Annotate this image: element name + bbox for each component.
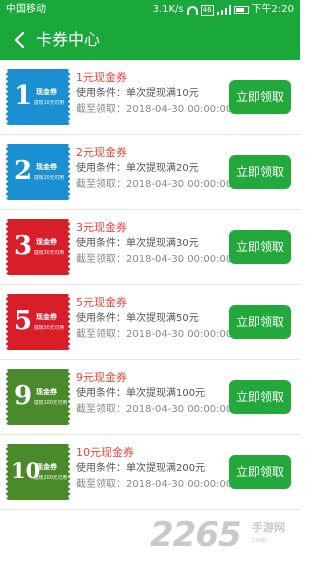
page-title: 卡券中心 bbox=[36, 30, 101, 49]
coupon-row: 2 现金券 提现20元可用 2元现金券 使用条件：单次提现满20元 截至领取：2… bbox=[0, 135, 300, 210]
watermark-name: 手游网 bbox=[252, 521, 285, 534]
network-speed: 3.1K/s bbox=[152, 4, 184, 15]
watermark-suffix: com bbox=[252, 536, 267, 544]
ticket-amount: 9 bbox=[14, 381, 33, 411]
coupon-row: 9 现金券 提现100元可用 9元现金券 使用条件：单次提现满100元 截至领取… bbox=[0, 360, 300, 435]
coupon-ticket-image: 2 现金券 提现20元可用 bbox=[6, 144, 70, 200]
coupon-expiry: 截至领取：2018-04-30 00:00:00 bbox=[76, 104, 233, 115]
coupon-info: 10元现金券 使用条件：单次提现满200元 截至领取：2018-04-30 00… bbox=[76, 445, 233, 493]
ticket-desc: 提现10元可用 bbox=[34, 101, 65, 106]
claim-button[interactable]: 立即领取 bbox=[229, 230, 291, 264]
coupon-info: 9元现金券 使用条件：单次提现满100元 截至领取：2018-04-30 00:… bbox=[76, 370, 233, 418]
coupon-info: 2元现金券 使用条件：单次提现满20元 截至领取：2018-04-30 00:0… bbox=[76, 145, 233, 193]
ticket-desc: 提现50元可用 bbox=[34, 326, 65, 331]
signal-icon bbox=[216, 5, 231, 15]
coupon-condition: 使用条件：单次提现满20元 bbox=[76, 163, 199, 174]
ticket-label: 现金券 bbox=[36, 463, 57, 471]
ticket-desc: 提现200元可用 bbox=[34, 476, 68, 481]
battery-icon bbox=[233, 6, 249, 14]
coupon-row: 3 现金券 提现30元可用 3元现金券 使用条件：单次提现满30元 截至领取：2… bbox=[0, 210, 300, 285]
coupon-name: 1元现金券 bbox=[76, 71, 127, 84]
status-bar: 中国移动 3.1K/s 46 下午2:20 bbox=[0, 0, 300, 20]
coupon-expiry: 截至领取：2018-04-30 00:00:00 bbox=[76, 479, 233, 490]
coupon-condition: 使用条件：单次提现满100元 bbox=[76, 388, 206, 399]
coupon-name: 3元现金券 bbox=[76, 221, 127, 234]
coupon-condition: 使用条件：单次提现满200元 bbox=[76, 463, 206, 474]
coupon-row: 5 现金券 提现50元可用 5元现金券 使用条件：单次提现满50元 截至领取：2… bbox=[0, 285, 300, 360]
ticket-label: 现金券 bbox=[36, 238, 57, 246]
coupon-name: 2元现金券 bbox=[76, 146, 127, 159]
claim-button[interactable]: 立即领取 bbox=[229, 80, 291, 114]
coupon-ticket-image: 9 现金券 提现100元可用 bbox=[6, 369, 70, 425]
coupon-condition: 使用条件：单次提现满10元 bbox=[76, 88, 199, 99]
ticket-desc: 提现100元可用 bbox=[34, 401, 68, 406]
ticket-label: 现金券 bbox=[36, 88, 57, 96]
coupon-condition: 使用条件：单次提现满50元 bbox=[76, 313, 199, 324]
watermark-logo-number: 2265 bbox=[150, 515, 242, 555]
ticket-label: 现金券 bbox=[36, 163, 57, 171]
coupon-list: 1 现金券 提现10元可用 1元现金券 使用条件：单次提现满10元 截至领取：2… bbox=[0, 60, 300, 510]
coupon-ticket-image: 5 现金券 提现50元可用 bbox=[6, 294, 70, 350]
coupon-condition: 使用条件：单次提现满30元 bbox=[76, 238, 199, 249]
ticket-label: 现金券 bbox=[36, 313, 57, 321]
coupon-ticket-image: 1 现金券 提现10元可用 bbox=[6, 69, 70, 125]
coupon-row: 1 现金券 提现10元可用 1元现金券 使用条件：单次提现满10元 截至领取：2… bbox=[0, 60, 300, 135]
ticket-amount: 5 bbox=[14, 306, 33, 336]
clock: 下午2:20 bbox=[251, 4, 294, 15]
coupon-info: 1元现金券 使用条件：单次提现满10元 截至领取：2018-04-30 00:0… bbox=[76, 70, 233, 118]
site-watermark: 2265 手游网 com bbox=[150, 513, 296, 557]
coupon-info: 5元现金券 使用条件：单次提现满50元 截至领取：2018-04-30 00:0… bbox=[76, 295, 233, 343]
status-right: 3.1K/s 46 下午2:20 bbox=[153, 0, 294, 20]
claim-button[interactable]: 立即领取 bbox=[229, 305, 291, 339]
coupon-expiry: 截至领取：2018-04-30 00:00:00 bbox=[76, 329, 233, 340]
claim-button[interactable]: 立即领取 bbox=[229, 380, 291, 414]
coupon-ticket-image: 3 现金券 提现30元可用 bbox=[6, 219, 70, 275]
claim-button[interactable]: 立即领取 bbox=[229, 455, 291, 489]
back-arrow-icon[interactable] bbox=[10, 30, 30, 50]
coupon-expiry: 截至领取：2018-04-30 00:00:00 bbox=[76, 254, 233, 265]
ticket-desc: 提现20元可用 bbox=[34, 176, 65, 181]
ticket-amount: 1 bbox=[14, 81, 33, 111]
ticket-amount: 3 bbox=[14, 231, 33, 261]
coupon-row: 10 现金券 提现200元可用 10元现金券 使用条件：单次提现满200元 截至… bbox=[0, 435, 300, 510]
ticket-amount: 2 bbox=[14, 156, 33, 186]
ticket-desc: 提现30元可用 bbox=[34, 251, 65, 256]
coupon-ticket-image: 10 现金券 提现200元可用 bbox=[6, 444, 70, 500]
ticket-label: 现金券 bbox=[36, 388, 57, 396]
claim-button[interactable]: 立即领取 bbox=[229, 155, 291, 189]
nav-bar: 卡券中心 bbox=[0, 20, 300, 60]
network-type-badge: 46 bbox=[200, 4, 214, 16]
coupon-expiry: 截至领取：2018-04-30 00:00:00 bbox=[76, 179, 233, 190]
coupon-name: 10元现金券 bbox=[76, 446, 134, 459]
coupon-name: 5元现金券 bbox=[76, 296, 127, 309]
coupon-name: 9元现金券 bbox=[76, 371, 127, 384]
wifi-icon bbox=[186, 5, 198, 15]
coupon-expiry: 截至领取：2018-04-30 00:00:00 bbox=[76, 404, 233, 415]
carrier-label: 中国移动 bbox=[6, 4, 46, 15]
coupon-info: 3元现金券 使用条件：单次提现满30元 截至领取：2018-04-30 00:0… bbox=[76, 220, 233, 268]
